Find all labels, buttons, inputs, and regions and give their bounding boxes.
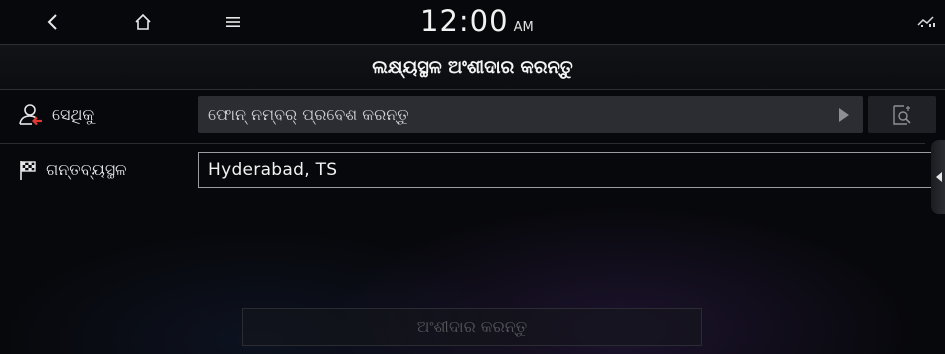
clock: 12:00 AM [420, 4, 534, 40]
home-icon [135, 13, 151, 30]
row-divider [0, 143, 925, 144]
share-button-label: ଅଂଶୀଦାର କରନ୍ତୁ [416, 317, 528, 336]
title-divider [0, 89, 945, 90]
to-row-label: ସେଥିକୁ [18, 96, 94, 134]
back-icon [47, 14, 57, 30]
status-bar: 12:00 AM [0, 0, 945, 44]
share-button[interactable]: ଅଂଶୀଦାର କରନ୍ତୁ [242, 308, 702, 346]
destination-row-label: ଗନ୍ତବ୍ୟସ୍ଥଳ [18, 152, 127, 188]
contacts-button[interactable] [868, 96, 936, 133]
play-arrow-icon [839, 108, 849, 122]
phone-placeholder: ଫୋନ୍ ନମ୍ବର୍ ପ୍ରବେଶ କରନ୍ତୁ [208, 104, 409, 124]
destination-label: ଗନ୍ତବ୍ୟସ୍ଥଳ [46, 160, 127, 179]
phone-number-input[interactable]: ଫୋନ୍ ନମ୍ବର୍ ପ୍ରବେଶ କରନ୍ତୁ [198, 96, 863, 133]
menu-button[interactable] [213, 8, 253, 36]
clock-time: 12:00 [420, 4, 509, 38]
home-button[interactable] [123, 8, 163, 36]
checkered-flag-icon [20, 161, 36, 180]
menu-icon [226, 17, 240, 27]
side-panel-handle[interactable] [931, 140, 945, 214]
destination-input[interactable]: Hyderabad, TS [198, 152, 935, 188]
contacts-search-icon [893, 104, 911, 125]
destination-value: Hyderabad, TS [208, 160, 338, 180]
clock-ampm: AM [513, 20, 534, 35]
signal-icon [917, 16, 935, 27]
contact-person-icon [19, 104, 42, 126]
chevron-left-icon [936, 172, 942, 182]
page-title: ଲକ୍ଷ୍ୟସ୍ଥଳ ଅଂଶୀଦାର କରନ୍ତୁ [0, 45, 945, 89]
to-label: ସେଥିକୁ [52, 105, 95, 124]
back-button[interactable] [32, 8, 72, 36]
